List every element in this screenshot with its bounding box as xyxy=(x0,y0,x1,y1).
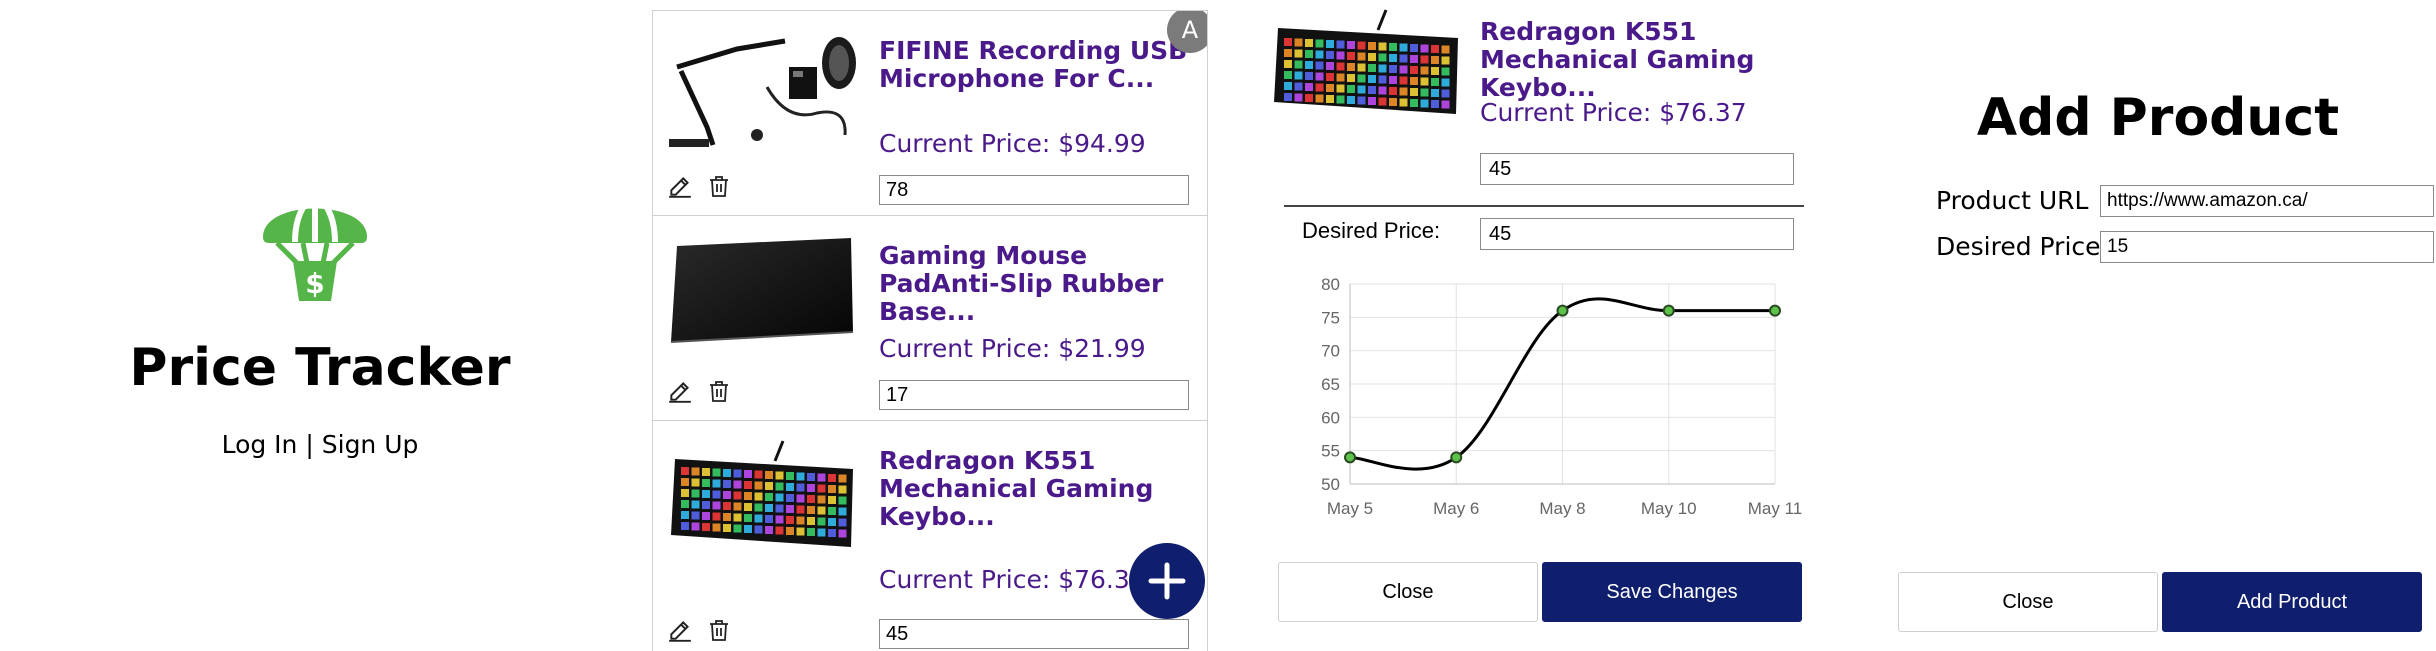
rgb-keyboard-image xyxy=(1274,9,1458,114)
mouse-pad-image xyxy=(670,238,854,343)
add-product-button[interactable] xyxy=(1129,543,1205,619)
product-url-input[interactable] xyxy=(2100,185,2434,217)
modal-product-price: Current Price: $76.37 xyxy=(1480,98,1747,127)
trash-icon[interactable] xyxy=(707,173,731,199)
parachute-balloon-dollar-icon: $ xyxy=(263,191,367,301)
pencil-icon[interactable] xyxy=(667,617,693,643)
pencil-icon[interactable] xyxy=(667,378,693,404)
desired-price-label: Desired Price: xyxy=(1302,218,1441,243)
x-tick-label: May 10 xyxy=(1641,499,1697,518)
modal-product-name: Redragon K551 Mechanical Gaming Keybo... xyxy=(1480,17,1755,102)
auth-separator: | xyxy=(305,430,314,459)
y-tick-label: 70 xyxy=(1321,342,1340,361)
data-point-0 xyxy=(1344,451,1356,464)
x-tick-label: May 5 xyxy=(1327,499,1373,518)
data-point-3 xyxy=(1662,304,1675,317)
desired-price-input[interactable] xyxy=(879,380,1189,410)
y-tick-label: 65 xyxy=(1321,375,1340,394)
desired-price-input[interactable] xyxy=(879,175,1189,205)
add-product-modal: Add Product Product URL Desired Price Cl… xyxy=(1890,0,2436,650)
desired-price-input[interactable] xyxy=(1480,218,1794,250)
close-button[interactable]: Close xyxy=(1278,562,1538,622)
y-tick-label: 55 xyxy=(1321,442,1340,461)
product-card: Gaming Mouse PadAnti-Slip Rubber Base...… xyxy=(653,216,1207,421)
y-tick-label: 50 xyxy=(1321,475,1340,494)
trash-icon[interactable] xyxy=(707,378,731,404)
product-name[interactable]: Redragon K551 Mechanical Gaming Keybo... xyxy=(879,447,1201,531)
add-product-submit-button[interactable]: Add Product xyxy=(2162,572,2422,632)
price-history-chart: 50 55 60 65 70 75 80 May 5 May 6 May 8 May 10 May 1… xyxy=(1321,275,1803,518)
y-tick-label: 60 xyxy=(1321,408,1340,427)
x-tick-label: May 11 xyxy=(1748,499,1803,518)
rgb-keyboard-image xyxy=(671,440,853,547)
data-point-1 xyxy=(1450,451,1463,464)
login-panel: $ Price Tracker Log In | Sign Up xyxy=(0,0,640,650)
y-tick-label: 75 xyxy=(1321,308,1340,327)
desired-price-input[interactable] xyxy=(879,619,1189,649)
product-price: Current Price: $76.37 xyxy=(879,565,1146,594)
save-changes-button[interactable]: Save Changes xyxy=(1542,562,1802,622)
product-name[interactable]: Gaming Mouse PadAnti-Slip Rubber Base... xyxy=(879,242,1201,326)
product-price: Current Price: $21.99 xyxy=(879,334,1146,363)
y-tick-label: 80 xyxy=(1321,275,1340,294)
trash-icon[interactable] xyxy=(707,617,731,643)
app-title: Price Tracker xyxy=(129,338,511,398)
modal-divider xyxy=(1284,205,1804,207)
product-list-panel: A FIFINE Recording USB Microphone For C.… xyxy=(652,10,1208,651)
desired-price-input[interactable] xyxy=(2100,231,2434,263)
edit-product-modal: Redragon K551 Mechanical Gaming Keybo...… xyxy=(1270,0,1810,650)
x-tick-label: May 6 xyxy=(1433,499,1479,518)
product-card: FIFINE Recording USB Microphone For C...… xyxy=(653,11,1207,216)
product-name[interactable]: FIFINE Recording USB Microphone For C... xyxy=(879,37,1201,93)
product-price: Current Price: $94.99 xyxy=(879,129,1146,158)
x-tick-label: May 8 xyxy=(1539,499,1585,518)
auth-links: Log In | Sign Up xyxy=(0,430,640,459)
user-avatar[interactable]: A xyxy=(1167,11,1207,53)
data-point-2 xyxy=(1556,304,1569,317)
modal-price-input[interactable] xyxy=(1480,153,1794,185)
data-point-4 xyxy=(1769,304,1781,317)
desired-price-label: Desired Price xyxy=(1936,232,2101,261)
plus-icon xyxy=(1148,562,1186,600)
modal-title: Add Product xyxy=(1976,88,2340,148)
product-url-label: Product URL xyxy=(1936,186,2089,215)
pencil-icon[interactable] xyxy=(667,173,693,199)
signup-link[interactable]: Sign Up xyxy=(322,430,419,459)
logo-dollar-sign: $ xyxy=(305,267,324,300)
login-link[interactable]: Log In xyxy=(222,430,298,459)
product-card: Redragon K551 Mechanical Gaming Keybo...… xyxy=(653,421,1207,651)
microphone-arm-image xyxy=(669,37,856,147)
close-button[interactable]: Close xyxy=(1898,572,2158,632)
